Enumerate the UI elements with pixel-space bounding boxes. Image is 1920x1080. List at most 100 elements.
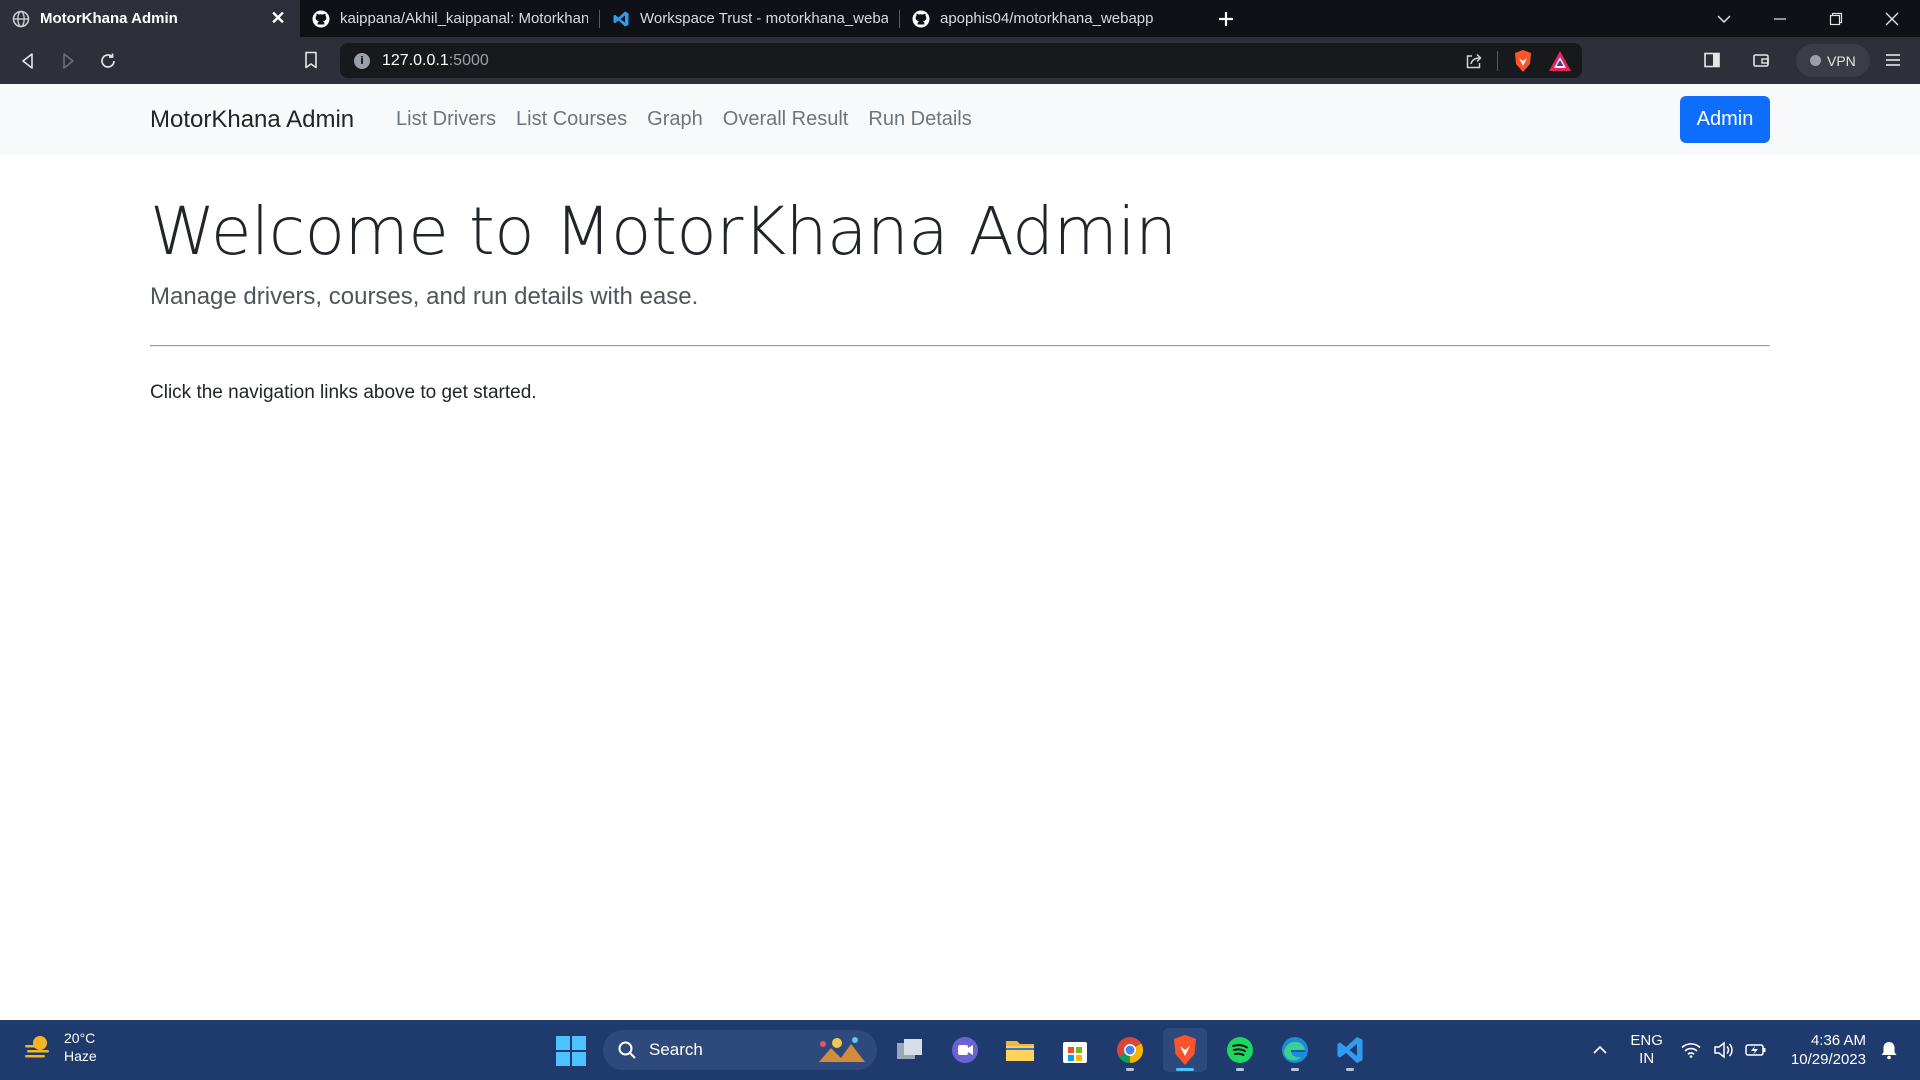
taskbar-vscode[interactable] — [1328, 1028, 1372, 1072]
running-indicator — [1176, 1068, 1194, 1071]
menu-button[interactable] — [1873, 42, 1913, 78]
restore-icon — [1829, 12, 1843, 25]
nav-overall-result[interactable]: Overall Result — [713, 108, 859, 131]
tab-motorkhana-admin[interactable]: MotorKhana Admin ✕ — [0, 0, 300, 37]
window-controls — [1696, 0, 1920, 37]
nav-links: List Drivers List Courses Graph Overall … — [386, 108, 982, 131]
nav-run-details[interactable]: Run Details — [858, 108, 981, 131]
address-bar-actions — [1465, 43, 1572, 78]
system-tray: ENG IN 4:36 AM 10/29/2023 — [1592, 1020, 1920, 1080]
weather-widget[interactable]: 20°C Haze — [22, 1029, 97, 1065]
search-highlight-icon — [819, 1037, 865, 1062]
github-icon — [312, 10, 330, 28]
clock-date: 10/29/2023 — [1790, 1051, 1866, 1068]
vpn-button[interactable]: VPN — [1796, 44, 1870, 77]
vscode-icon — [612, 10, 630, 28]
taskbar-chrome[interactable] — [1108, 1028, 1152, 1072]
omnibox-divider — [1497, 50, 1498, 71]
taskbar-brave[interactable] — [1163, 1028, 1207, 1072]
running-indicator — [1236, 1068, 1244, 1071]
battery-charging-icon — [1745, 1044, 1766, 1056]
bell-icon — [1881, 1042, 1897, 1060]
tab-search-button[interactable] — [1696, 0, 1752, 37]
divider — [150, 345, 1770, 347]
tab-workspace-trust[interactable]: Workspace Trust - motorkhana_webapp — [600, 0, 900, 37]
quick-settings[interactable] — [1681, 1041, 1767, 1059]
search-label: Search — [649, 1040, 703, 1059]
wifi-icon — [1681, 1043, 1701, 1058]
file-explorer-icon — [897, 1039, 922, 1059]
navbar-brand[interactable]: MotorKhana Admin — [150, 106, 354, 134]
weather-text: 20°C Haze — [64, 1029, 97, 1065]
taskbar-meet[interactable] — [943, 1028, 987, 1072]
notifications-button[interactable] — [1880, 1040, 1898, 1060]
running-indicator — [1291, 1068, 1299, 1071]
weather-temp: 20°C — [64, 1030, 96, 1046]
edge-icon — [1282, 1037, 1308, 1063]
close-icon[interactable]: ✕ — [268, 8, 288, 29]
volume-icon — [1714, 1041, 1733, 1059]
nav-list-drivers[interactable]: List Drivers — [386, 108, 506, 131]
taskbar-file-explorer[interactable] — [998, 1028, 1042, 1072]
minimize-button[interactable] — [1752, 0, 1808, 37]
tab-github-akhil[interactable]: kaippana/Akhil_kaippanal: Motorkhana — [300, 0, 600, 37]
meet-icon — [952, 1037, 978, 1063]
admin-button[interactable]: Admin — [1680, 96, 1770, 143]
chrome-icon — [1117, 1037, 1144, 1064]
tab-title: MotorKhana Admin — [40, 10, 178, 27]
folder-icon — [1006, 1041, 1034, 1061]
wallet-button[interactable] — [1741, 42, 1781, 78]
restore-button[interactable] — [1808, 0, 1864, 37]
wallet-icon — [1753, 54, 1769, 67]
clock-time: 4:36 AM — [1810, 1032, 1866, 1049]
forward-button[interactable] — [48, 43, 88, 79]
show-hidden-icons-button[interactable] — [1592, 1042, 1608, 1058]
site-info-icon[interactable]: i — [354, 52, 370, 69]
windows-logo-tile — [572, 1052, 586, 1066]
chevron-up-icon — [1593, 1045, 1607, 1054]
close-icon — [1885, 12, 1899, 25]
globe-icon — [12, 10, 30, 28]
sidebar-button[interactable] — [1692, 42, 1732, 78]
tab-github-apophis[interactable]: apophis04/motorkhana_webapp — [900, 0, 1200, 37]
nav-graph[interactable]: Graph — [637, 108, 713, 131]
lang-line2: IN — [1639, 1050, 1655, 1067]
brave-shields-icon[interactable] — [1512, 49, 1534, 73]
bookmark-button[interactable] — [291, 42, 331, 78]
nav-list-courses[interactable]: List Courses — [506, 108, 637, 131]
haze-sun-icon — [25, 1036, 49, 1058]
chevron-down-icon — [1717, 14, 1731, 23]
windows-logo-tile — [556, 1052, 570, 1066]
weather-desc: Haze — [64, 1048, 97, 1064]
language-indicator[interactable]: ENG IN — [1630, 1032, 1663, 1068]
back-arrow-icon — [22, 52, 33, 69]
lang-line1: ENG — [1630, 1032, 1663, 1049]
address-bar[interactable]: i 127.0.0.1:5000 — [340, 43, 1582, 78]
url-host: 127.0.0.1 — [382, 51, 449, 69]
browser-tab-strip: MotorKhana Admin ✕ kaippana/Akhil_kaippa… — [0, 0, 1920, 37]
clock[interactable]: 4:36 AM 10/29/2023 — [1791, 1031, 1866, 1069]
taskbar-task-view[interactable] — [888, 1028, 932, 1072]
taskbar-edge[interactable] — [1273, 1028, 1317, 1072]
taskbar-store[interactable] — [1053, 1028, 1097, 1072]
url-port: :5000 — [448, 51, 489, 69]
tab-title: apophis04/motorkhana_webapp — [940, 10, 1154, 27]
start-button[interactable] — [556, 1036, 586, 1066]
taskbar-search[interactable]: Search — [603, 1030, 877, 1070]
spotify-icon — [1227, 1037, 1253, 1063]
close-window-button[interactable] — [1864, 0, 1920, 37]
search-icon — [618, 1041, 636, 1059]
reload-icon — [101, 53, 115, 68]
new-tab-button[interactable] — [1204, 0, 1248, 37]
tab-title: Workspace Trust - motorkhana_webapp — [640, 10, 888, 27]
share-icon[interactable] — [1465, 52, 1483, 70]
back-button[interactable] — [8, 43, 48, 79]
windows-logo-tile — [556, 1036, 570, 1050]
site-navbar: MotorKhana Admin List Drivers List Cours… — [0, 84, 1920, 155]
vpn-status-icon — [1810, 55, 1821, 66]
brave-rewards-icon[interactable] — [1548, 50, 1572, 72]
taskbar-spotify[interactable] — [1218, 1028, 1262, 1072]
brave-icon — [1174, 1035, 1196, 1065]
page-hint: Click the navigation links above to get … — [150, 382, 537, 403]
reload-button[interactable] — [88, 43, 128, 79]
